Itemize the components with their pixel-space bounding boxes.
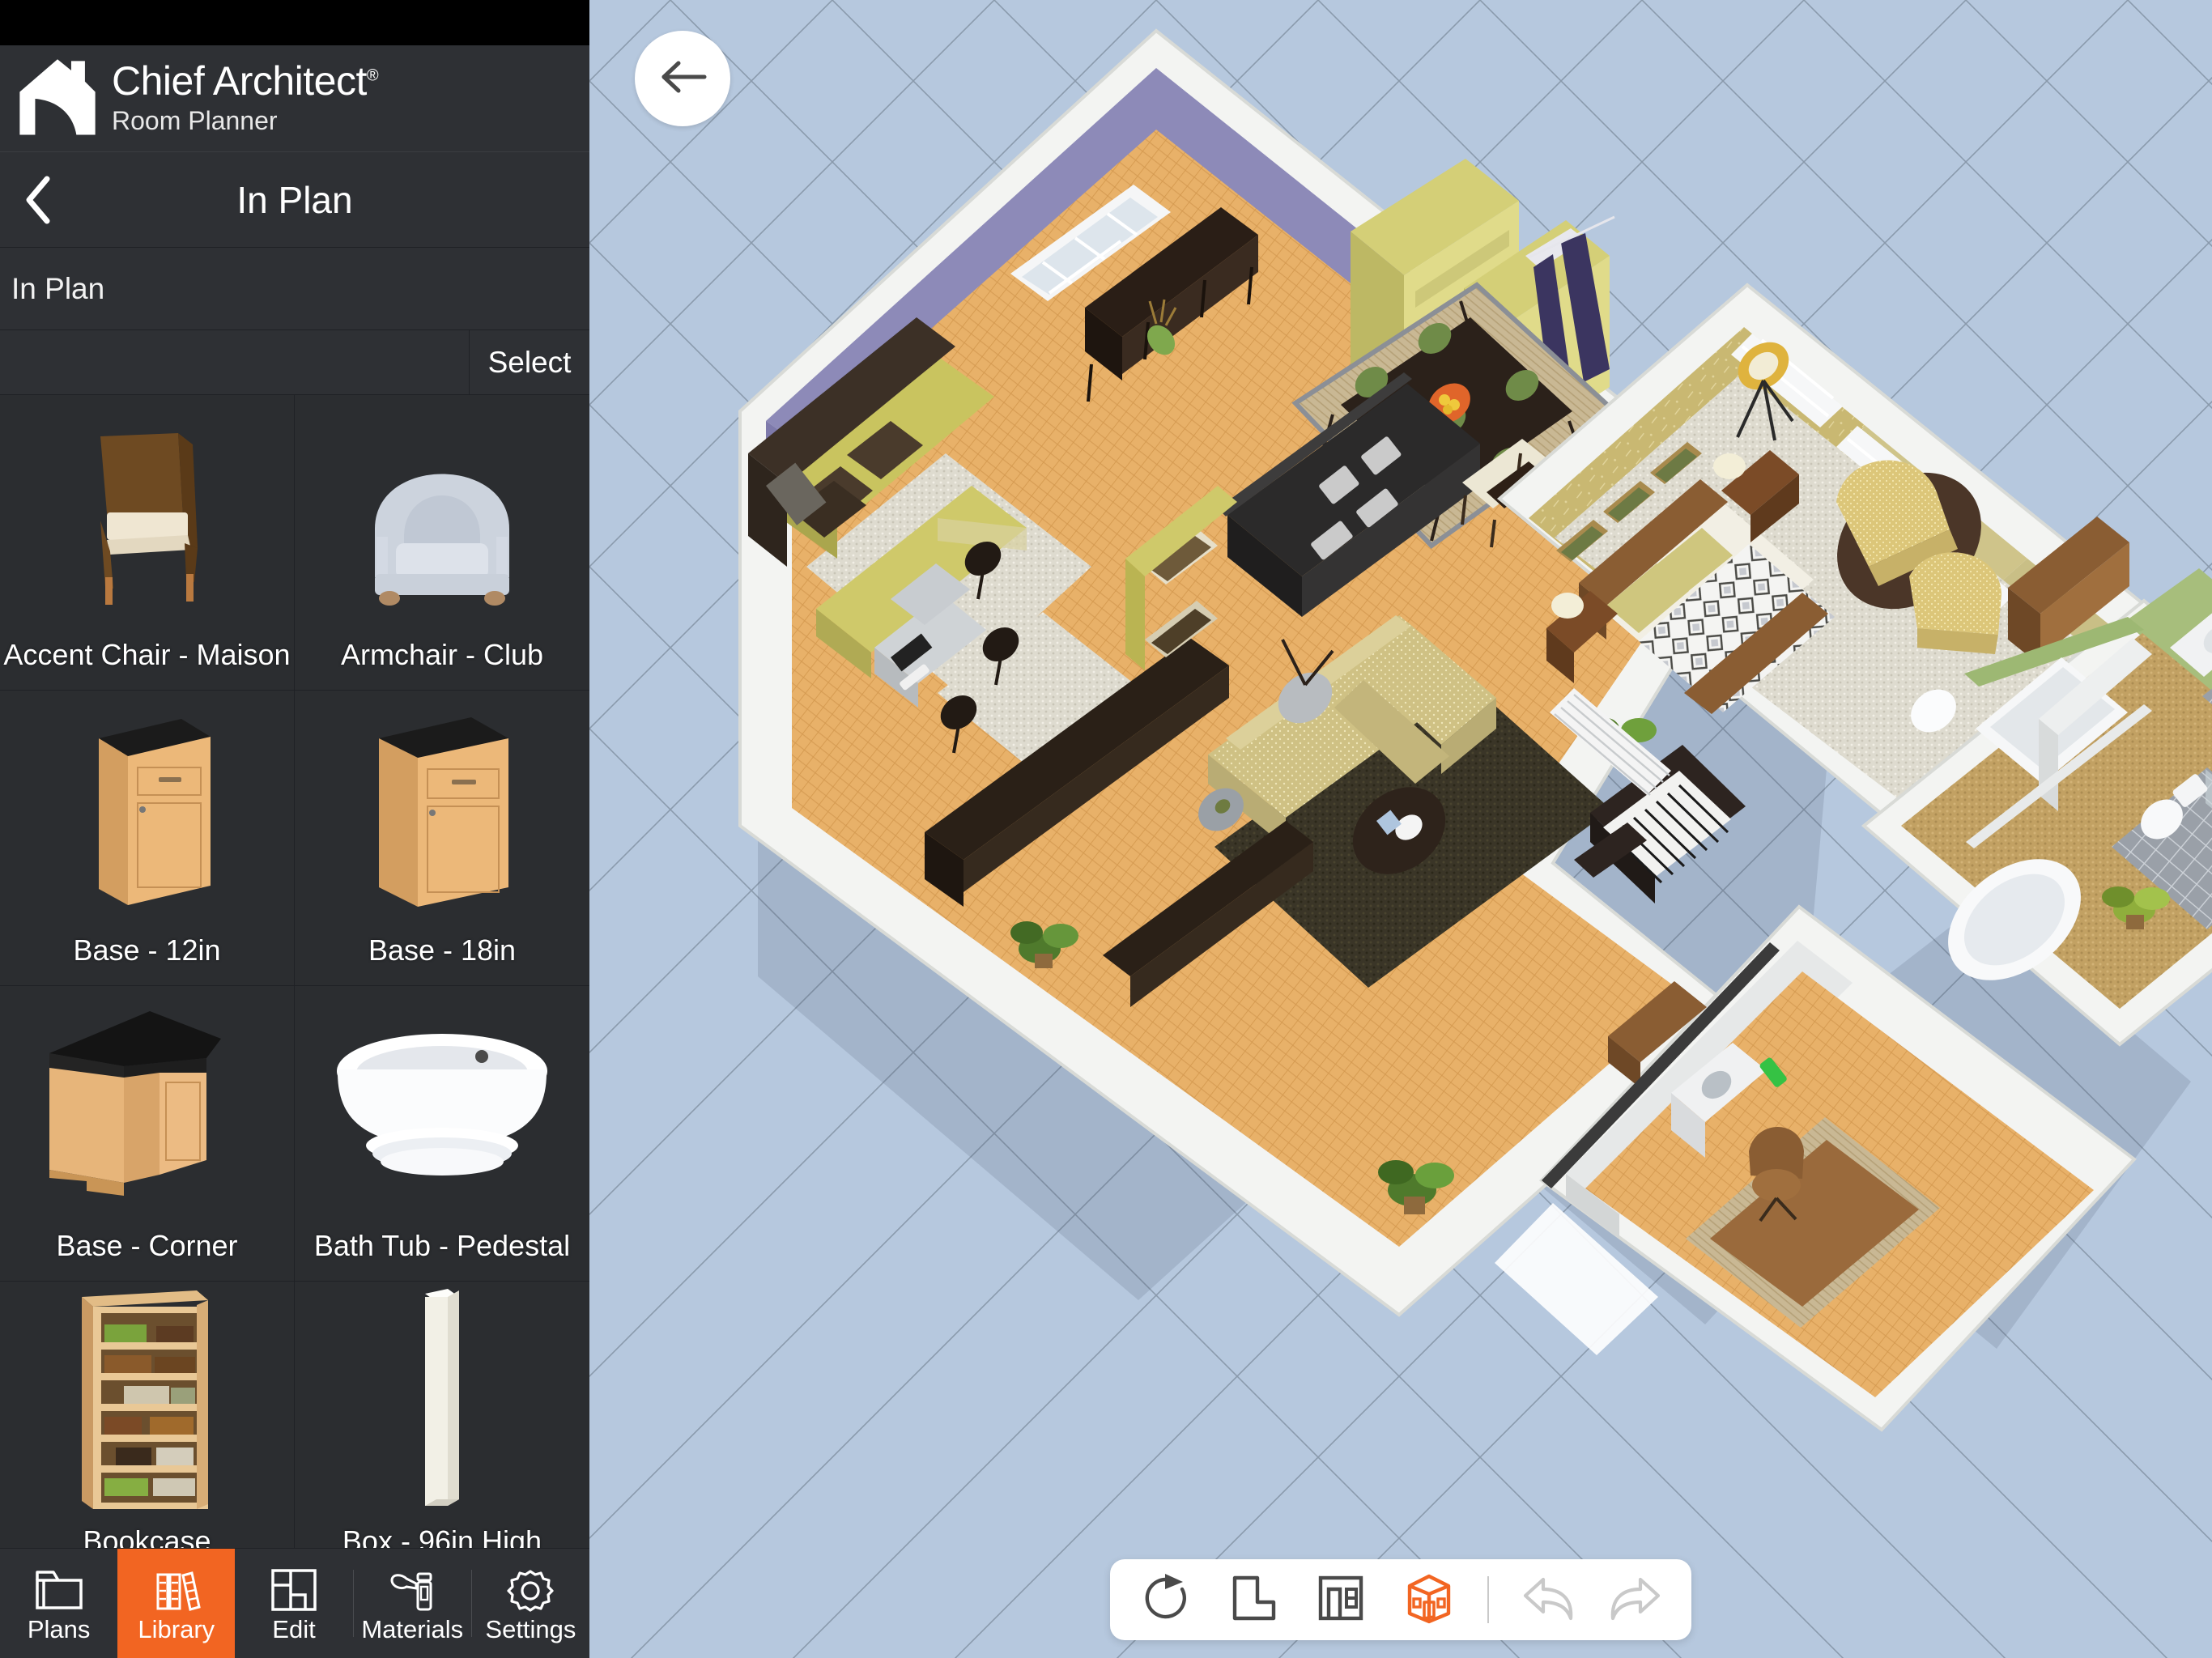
tab-label: Plans: [27, 1615, 91, 1643]
library-item-label: Box - 96in High: [342, 1524, 542, 1548]
arrow-left-icon: [657, 57, 708, 101]
cube-3d-icon: [1400, 1570, 1457, 1630]
library-item[interactable]: Accent Chair - Maison: [0, 395, 295, 691]
library-item-label: Base - 18in: [368, 933, 517, 967]
brand-title: Chief Architect®: [112, 57, 379, 104]
brand-title-text: Chief Architect: [112, 57, 367, 104]
tab-label: Library: [138, 1615, 215, 1643]
spray-can-icon: [387, 1565, 437, 1615]
view-toolbar: [1110, 1559, 1691, 1640]
app-brand-header: Chief Architect® Room Planner: [0, 45, 589, 152]
base-cabinet-18-thumb: [295, 691, 589, 933]
library-items-scroll[interactable]: Accent Chair - Maison Armchair - Club Ba…: [0, 395, 589, 1548]
status-bar: [0, 0, 589, 45]
library-item[interactable]: Box - 96in High: [295, 1282, 589, 1548]
library-item-label: Armchair - Club: [340, 638, 544, 671]
base-corner-thumb: [0, 986, 294, 1229]
tab-label: Edit: [272, 1615, 316, 1643]
base-cabinet-12-thumb: [0, 691, 294, 933]
library-item-label: Base - Corner: [56, 1229, 238, 1262]
elevation-view-button[interactable]: [1306, 1565, 1376, 1635]
tab-plans[interactable]: Plans: [0, 1549, 117, 1658]
library-items-grid: Accent Chair - Maison Armchair - Club Ba…: [0, 395, 589, 1548]
library-item[interactable]: Base - 12in: [0, 691, 295, 986]
brand-subtitle: Room Planner: [112, 105, 278, 135]
library-item[interactable]: Bath Tub - Pedestal: [295, 986, 589, 1282]
undo-button[interactable]: [1513, 1565, 1583, 1635]
folder-icon: [34, 1565, 84, 1615]
select-spacer: [0, 330, 470, 394]
back-button[interactable]: [635, 31, 730, 126]
breadcrumb: In Plan: [0, 248, 589, 330]
select-button[interactable]: Select: [470, 330, 589, 394]
armchair-thumb: [295, 395, 589, 638]
three-d-view-button[interactable]: [1393, 1565, 1463, 1635]
three-d-viewport[interactable]: [589, 0, 2212, 1658]
redo-button[interactable]: [1601, 1565, 1670, 1635]
tab-edit[interactable]: Edit: [235, 1549, 352, 1658]
gear-icon: [505, 1565, 555, 1615]
bookcase-thumb: [0, 1282, 294, 1524]
toolbar-divider: [1487, 1576, 1489, 1623]
library-item-label: Bath Tub - Pedestal: [313, 1229, 571, 1262]
library-item-label: Accent Chair - Maison: [3, 638, 291, 671]
tab-label: Materials: [361, 1615, 464, 1643]
tab-library[interactable]: Library: [117, 1549, 236, 1658]
library-item[interactable]: Base - 18in: [295, 691, 589, 986]
library-item[interactable]: Base - Corner: [0, 986, 295, 1282]
house-logo-icon: [15, 57, 100, 140]
select-toolbar: Select: [0, 330, 589, 395]
library-sidebar: Chief Architect® Room Planner In Plan In…: [0, 0, 589, 1658]
panel-title: In Plan: [236, 178, 353, 221]
library-item[interactable]: Bookcase: [0, 1282, 295, 1548]
library-item[interactable]: Armchair - Club: [295, 395, 589, 691]
registered-mark: ®: [366, 66, 379, 84]
box-thumb: [295, 1282, 589, 1524]
undo-arrow-icon: [1517, 1570, 1579, 1630]
books-icon: [151, 1565, 202, 1615]
tab-label: Settings: [485, 1615, 576, 1643]
tab-settings[interactable]: Settings: [472, 1549, 589, 1658]
tab-materials[interactable]: Materials: [354, 1549, 471, 1658]
redo-arrow-icon: [1605, 1570, 1666, 1630]
library-item-label: Base - 12in: [73, 933, 221, 967]
panel-nav-bar: In Plan: [0, 152, 589, 248]
accent-chair-thumb: [0, 395, 294, 638]
floorplan-view-button[interactable]: [1219, 1565, 1288, 1635]
rotate-cw-icon: [1138, 1570, 1194, 1630]
library-item-label: Bookcase: [83, 1524, 211, 1548]
rotate-view-button[interactable]: [1131, 1565, 1201, 1635]
floorplan-icon: [270, 1565, 318, 1615]
house-model[interactable]: [589, 0, 2212, 1658]
elevation-icon: [1312, 1570, 1369, 1630]
bath-tub-thumb: [295, 986, 589, 1229]
bottom-tab-bar: Plans Library Edit Materials Settings: [0, 1548, 589, 1658]
floorplan-2d-icon: [1225, 1570, 1282, 1630]
